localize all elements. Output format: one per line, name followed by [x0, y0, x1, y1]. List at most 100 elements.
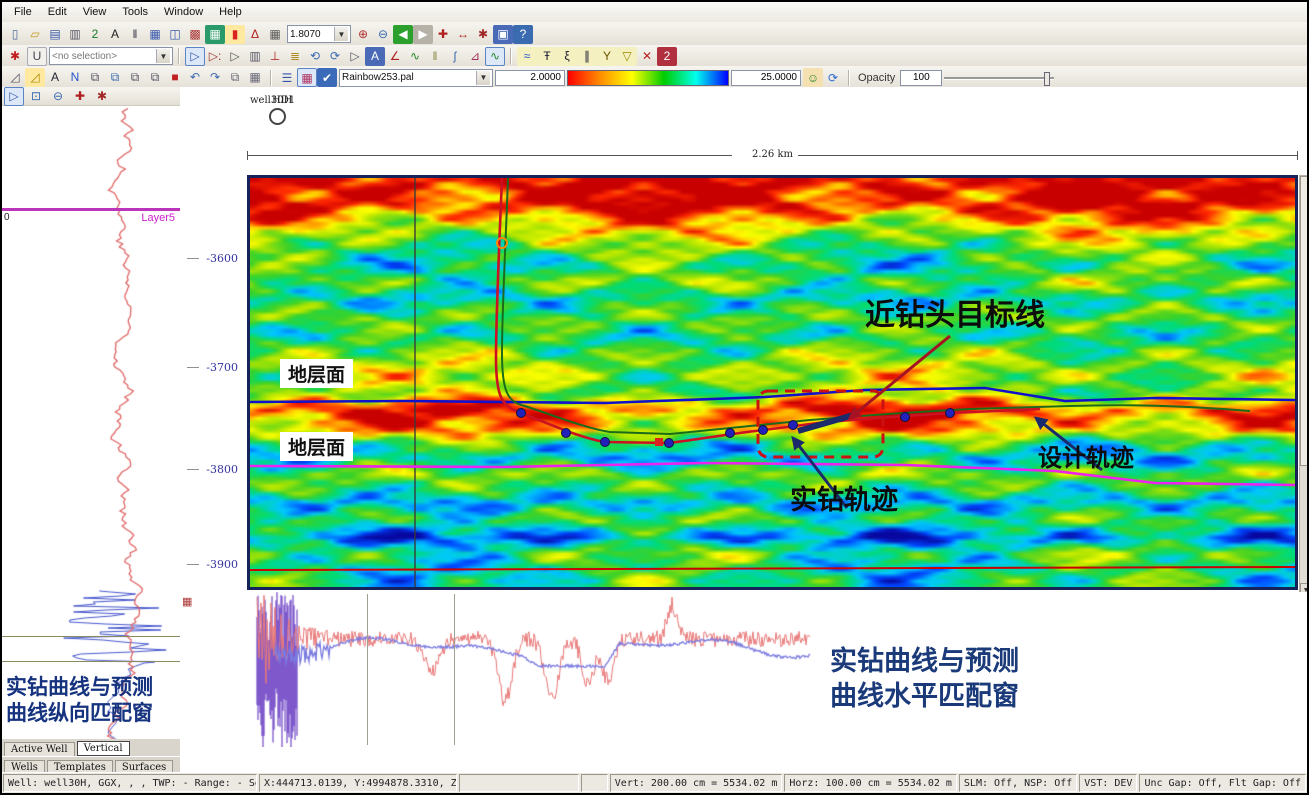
opacity-slider-handle[interactable] — [1044, 72, 1050, 86]
derrick-icon[interactable]: Δ — [245, 25, 265, 44]
north-icon[interactable]: N — [65, 68, 85, 87]
select-cursor-icon[interactable]: ▷ — [185, 47, 205, 66]
open-folder-icon[interactable]: ▱ — [25, 25, 45, 44]
horizon-magenta-line[interactable] — [250, 463, 1295, 485]
rotate-ccw-icon[interactable]: ⟲ — [305, 47, 325, 66]
chevron-down-icon[interactable]: ▼ — [334, 27, 348, 41]
transfer-icon[interactable]: ⧉ — [225, 68, 245, 87]
chevron-down-icon[interactable]: ▼ — [156, 49, 170, 63]
panel-move-icon[interactable]: ✚ — [70, 87, 90, 106]
monitor-icon[interactable]: ▥ — [245, 47, 265, 66]
user-icon[interactable]: ☺ — [803, 68, 823, 87]
grid-view-icon[interactable]: ▦ — [145, 25, 165, 44]
marker-asterisk-icon[interactable]: ✱ — [5, 47, 25, 66]
slope-fill-icon[interactable]: ◿ — [25, 68, 45, 87]
panel-pan-icon[interactable]: ✱ — [92, 87, 112, 106]
wave-pair-icon[interactable]: ≈ — [517, 47, 537, 66]
menu-window[interactable]: Window — [156, 4, 211, 20]
opacity-input[interactable] — [900, 70, 942, 86]
panel-zoom-rect-icon[interactable]: ⊡ — [26, 87, 46, 106]
snap-cursor-icon[interactable]: ▷ — [225, 47, 245, 66]
copy-add-icon[interactable]: ⧉ — [105, 68, 125, 87]
refresh-icon[interactable]: ⟳ — [823, 68, 843, 87]
menu-help[interactable]: Help — [211, 4, 250, 20]
histogram-icon[interactable]: ‖ — [425, 47, 445, 66]
well-log-curves[interactable] — [2, 105, 179, 742]
color-section-icon[interactable]: ▦ — [205, 25, 225, 44]
label-a-icon[interactable]: A — [365, 47, 385, 66]
stop-icon[interactable]: ■ — [165, 68, 185, 87]
nav-forward-icon[interactable]: ▶ — [413, 25, 433, 44]
angle-icon[interactable]: ∠ — [385, 47, 405, 66]
redo-icon[interactable]: ↷ — [205, 68, 225, 87]
undo-icon[interactable]: ↶ — [185, 68, 205, 87]
match-curves[interactable] — [180, 592, 1309, 747]
save-state-icon[interactable]: ▦ — [245, 68, 265, 87]
underline-icon[interactable]: U — [27, 47, 47, 66]
screen-icon[interactable]: ▣ — [493, 25, 513, 44]
menu-tools[interactable]: Tools — [114, 4, 156, 20]
label-box-icon[interactable]: A — [45, 68, 65, 87]
palette-min-input[interactable] — [495, 70, 565, 86]
delete-icon[interactable]: ✕ — [637, 47, 657, 66]
font-icon[interactable]: A — [105, 25, 125, 44]
active-curve-icon[interactable]: ∿ — [485, 47, 505, 66]
hatch-icon[interactable]: ∥ — [577, 47, 597, 66]
colorbar-icon[interactable]: ▮ — [225, 25, 245, 44]
paste-icon[interactable]: ⧉ — [125, 68, 145, 87]
polyline-icon[interactable]: ∿ — [405, 47, 425, 66]
edit-cursor-icon[interactable]: ▷: — [205, 47, 225, 66]
copy-icon[interactable]: ⧉ — [85, 68, 105, 87]
panel-cursor-icon[interactable]: ▷ — [4, 87, 24, 106]
help-icon[interactable]: ? — [513, 25, 533, 44]
layer5-horizon-line[interactable] — [2, 208, 180, 211]
chevron-down-icon[interactable]: ▼ — [476, 71, 490, 85]
split-view-icon[interactable]: ◫ — [165, 25, 185, 44]
v-check-icon[interactable]: ✔ — [317, 68, 337, 87]
seismic-section[interactable]: 近钻头目标线 实钻轨迹 设计轨迹 地层面 地层面 — [247, 175, 1298, 590]
nav-back-icon[interactable]: ◀ — [393, 25, 413, 44]
palette-combobox[interactable]: Rainbow253.pal ▼ — [339, 69, 493, 87]
menu-view[interactable]: View — [75, 4, 115, 20]
zoom-area-icon[interactable]: ⊕ — [353, 25, 373, 44]
pick-icon[interactable]: ⊥ — [265, 47, 285, 66]
curve-pick-icon[interactable]: ʃ — [445, 47, 465, 66]
panel-zoom-out-icon[interactable]: ⊖ — [48, 87, 68, 106]
fork-icon[interactable]: Y — [597, 47, 617, 66]
badge-2-icon[interactable]: 2 — [657, 47, 677, 66]
tab-active-well[interactable]: Active Well — [4, 742, 75, 756]
pan-hand-icon[interactable]: ✱ — [473, 25, 493, 44]
well-pair-icon[interactable]: ‖ — [125, 25, 145, 44]
selection-combobox[interactable]: <no selection> ▼ — [49, 47, 173, 65]
trapezoid-icon[interactable]: ▽ — [617, 47, 637, 66]
palette-max-input[interactable] — [731, 70, 801, 86]
flag-icon[interactable]: ⊿ — [465, 47, 485, 66]
spiral-icon[interactable]: ξ — [557, 47, 577, 66]
marker-line-lower — [2, 661, 180, 662]
palette-grid-icon[interactable]: ▦ — [297, 68, 317, 87]
near-bit-target-segment[interactable] — [798, 414, 857, 431]
fence-icon[interactable]: ≣ — [285, 47, 305, 66]
scale-combobox[interactable]: 1.8070 ▼ — [287, 25, 351, 43]
vertical-scrollbar[interactable]: ▼ — [1299, 175, 1309, 599]
menu-file[interactable]: File — [6, 4, 40, 20]
tab-vertical[interactable]: Vertical — [77, 741, 130, 756]
new-file-icon[interactable]: ▯ — [5, 25, 25, 44]
well-tie-icon[interactable]: Ŧ — [537, 47, 557, 66]
opacity-slider[interactable] — [944, 71, 1054, 85]
calculator-icon[interactable]: ▦ — [265, 25, 285, 44]
scrollbar-thumb[interactable] — [1300, 176, 1309, 466]
rotate-cw-icon[interactable]: ⟳ — [325, 47, 345, 66]
menu-edit[interactable]: Edit — [40, 4, 75, 20]
section-view-icon[interactable]: ▩ — [185, 25, 205, 44]
zoom-out-icon[interactable]: ⊖ — [373, 25, 393, 44]
list-icon[interactable]: ☰ — [277, 68, 297, 87]
duplicate-icon[interactable]: ⧉ — [145, 68, 165, 87]
print-icon[interactable]: ▥ — [65, 25, 85, 44]
pointer-a-icon[interactable]: ▷ — [345, 47, 365, 66]
export-doc-icon[interactable]: 2 — [85, 25, 105, 44]
fit-width-icon[interactable]: ↔ — [453, 25, 473, 44]
expand-icon[interactable]: ✚ — [433, 25, 453, 44]
slope-icon[interactable]: ◿ — [5, 68, 25, 87]
save-icon[interactable]: ▤ — [45, 25, 65, 44]
